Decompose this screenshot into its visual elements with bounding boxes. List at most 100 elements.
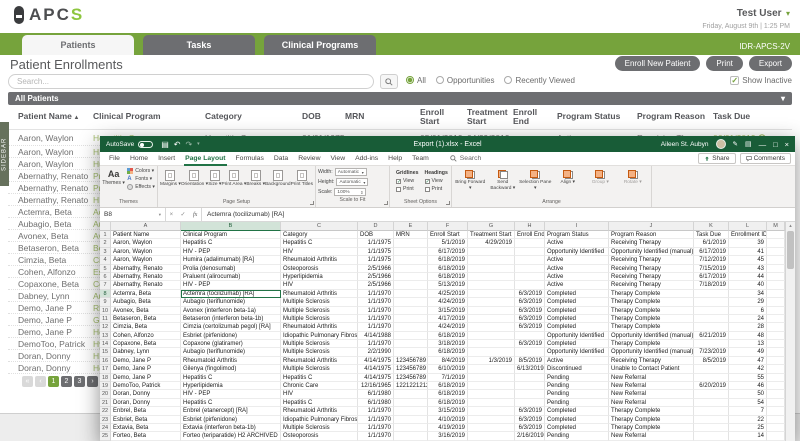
cell-C10[interactable]: Multiple Sclerosis	[281, 307, 358, 315]
cell-I17[interactable]: Discontinued	[545, 365, 609, 373]
cell-J21[interactable]: New Referral	[609, 399, 694, 407]
sheet-options-dialog-launcher-icon[interactable]	[446, 201, 450, 205]
account-name[interactable]: Aileen St. Aubyn	[661, 141, 709, 148]
headings-print-checkbox[interactable]: Print	[425, 186, 443, 192]
cell-L17[interactable]: 42	[729, 365, 767, 373]
cell-M23[interactable]	[767, 416, 785, 424]
cell-L5[interactable]: 43	[729, 265, 767, 273]
cell-J15[interactable]: Opportunity Identified (manual)	[609, 348, 694, 356]
row-header-1[interactable]: 1	[100, 231, 111, 239]
cell-I19[interactable]: Pending	[545, 382, 609, 390]
cell-H23[interactable]: 6/3/2019	[515, 416, 545, 424]
save-icon[interactable]: ▤	[161, 140, 169, 149]
cell-F21[interactable]: 6/18/2019	[428, 399, 468, 407]
cell-M6[interactable]	[767, 273, 785, 281]
cell-D22[interactable]: 1/1/1970	[358, 407, 394, 415]
cell-I15[interactable]: Opportunity Identified	[545, 348, 609, 356]
cell-J3[interactable]: Opportunity Identified (manual)	[609, 248, 694, 256]
cell-L23[interactable]: 22	[729, 416, 767, 424]
cell-E3[interactable]	[394, 248, 428, 256]
cell-H3[interactable]	[515, 248, 545, 256]
cell-F14[interactable]: 3/18/2019	[428, 340, 468, 348]
tab-patients[interactable]: Patients	[22, 35, 134, 55]
cell-J8[interactable]: Therapy Complete	[609, 290, 694, 298]
cell-C20[interactable]: HIV	[281, 390, 358, 398]
cell-H18[interactable]	[515, 374, 545, 382]
cell-B20[interactable]: HIV - PEP	[181, 390, 281, 398]
row-header-11[interactable]: 11	[100, 315, 111, 323]
collapse-chevron-icon[interactable]: ▾	[781, 94, 785, 103]
cell-K8[interactable]	[694, 290, 729, 298]
cell-K20[interactable]	[694, 390, 729, 398]
cell-K23[interactable]	[694, 416, 729, 424]
cell-J19[interactable]: New Referral	[609, 382, 694, 390]
excel-titlebar[interactable]: AutoSave ▤ ↶ ↷ ▾ Export (1).xlsx - Excel…	[100, 136, 795, 152]
cell-F20[interactable]: 6/18/2019	[428, 390, 468, 398]
column-header-dob[interactable]: DOB	[302, 112, 345, 121]
gridlines-view-checkbox[interactable]: ✓View	[396, 178, 414, 184]
cell-I6[interactable]: Active	[545, 273, 609, 281]
cell-B24[interactable]: Extavia (interferon beta-1b)	[181, 424, 281, 432]
cell-M15[interactable]	[767, 348, 785, 356]
cell-D7[interactable]: 2/5/1966	[358, 281, 394, 289]
column-header-clinical-program[interactable]: Clinical Program	[93, 112, 205, 121]
cell-E14[interactable]	[394, 340, 428, 348]
cell-K18[interactable]	[694, 374, 729, 382]
cell-A21[interactable]: Doran, Donny	[111, 399, 181, 407]
column-header-d[interactable]: D	[358, 222, 394, 231]
cell-B15[interactable]: Aubagio (teriflunomide)	[181, 348, 281, 356]
cell-J10[interactable]: Therapy Complete	[609, 307, 694, 315]
cell-H2[interactable]	[515, 239, 545, 247]
cell-H17[interactable]: 6/13/2019	[515, 365, 545, 373]
cell-M24[interactable]	[767, 424, 785, 432]
cell-H6[interactable]	[515, 273, 545, 281]
row-header-20[interactable]: 20	[100, 390, 111, 398]
cell-E10[interactable]	[394, 307, 428, 315]
cell-I20[interactable]: Pending	[545, 390, 609, 398]
cell-F5[interactable]: 6/18/2019	[428, 265, 468, 273]
cell-K15[interactable]: 7/23/2019	[694, 348, 729, 356]
scrollbar-thumb[interactable]	[787, 231, 794, 269]
cell-F7[interactable]: 5/13/2019	[428, 281, 468, 289]
row-header-22[interactable]: 22	[100, 407, 111, 415]
cell-H20[interactable]	[515, 390, 545, 398]
vertical-scrollbar[interactable]: ▴	[785, 222, 795, 441]
cell-M8[interactable]	[767, 290, 785, 298]
cell-F12[interactable]: 4/24/2019	[428, 323, 468, 331]
cell-G24[interactable]	[468, 424, 515, 432]
cell-M17[interactable]	[767, 365, 785, 373]
cell-L13[interactable]: 48	[729, 332, 767, 340]
cell-H7[interactable]	[515, 281, 545, 289]
cell-K2[interactable]: 6/1/2019	[694, 239, 729, 247]
cell-A7[interactable]: Abernathy, Renato	[111, 281, 181, 289]
cell-B22[interactable]: Enbrel (etanercept) [RA]	[181, 407, 281, 415]
row-header-24[interactable]: 24	[100, 424, 111, 432]
cell-K7[interactable]: 7/18/2019	[694, 281, 729, 289]
cell-C1[interactable]: Category	[281, 231, 358, 239]
cell-A24[interactable]: Extavia, Beta	[111, 424, 181, 432]
cell-M2[interactable]	[767, 239, 785, 247]
cell-M16[interactable]	[767, 357, 785, 365]
cell-A22[interactable]: Enbrel, Beta	[111, 407, 181, 415]
cell-L10[interactable]: 6	[729, 307, 767, 315]
radio-icon[interactable]	[406, 76, 414, 84]
row-header-4[interactable]: 4	[100, 256, 111, 264]
radio-recently-viewed[interactable]: Recently Viewed	[504, 76, 574, 85]
cell-E9[interactable]	[394, 298, 428, 306]
cell-I22[interactable]: Completed	[545, 407, 609, 415]
cell-A8[interactable]: Actemra, Beta	[111, 290, 181, 298]
cell-I8[interactable]: Completed	[545, 290, 609, 298]
cell-C16[interactable]: Rheumatoid Arthritis	[281, 357, 358, 365]
send-backward-button[interactable]: Send Backward ▾	[487, 168, 520, 191]
fonts-button[interactable]: AFonts ▾	[127, 176, 155, 182]
cell-M4[interactable]	[767, 256, 785, 264]
ribbon-tab-help[interactable]: Help	[383, 152, 407, 166]
cell-D17[interactable]: 4/14/1975	[358, 365, 394, 373]
cell-D15[interactable]: 2/2/1990	[358, 348, 394, 356]
column-header-a[interactable]: A	[111, 222, 181, 231]
cell-K17[interactable]	[694, 365, 729, 373]
cell-H9[interactable]: 6/3/2019	[515, 298, 545, 306]
cell-I4[interactable]: Active	[545, 256, 609, 264]
cell-G4[interactable]	[468, 256, 515, 264]
ribbon-tab-team[interactable]: Team	[407, 152, 434, 166]
